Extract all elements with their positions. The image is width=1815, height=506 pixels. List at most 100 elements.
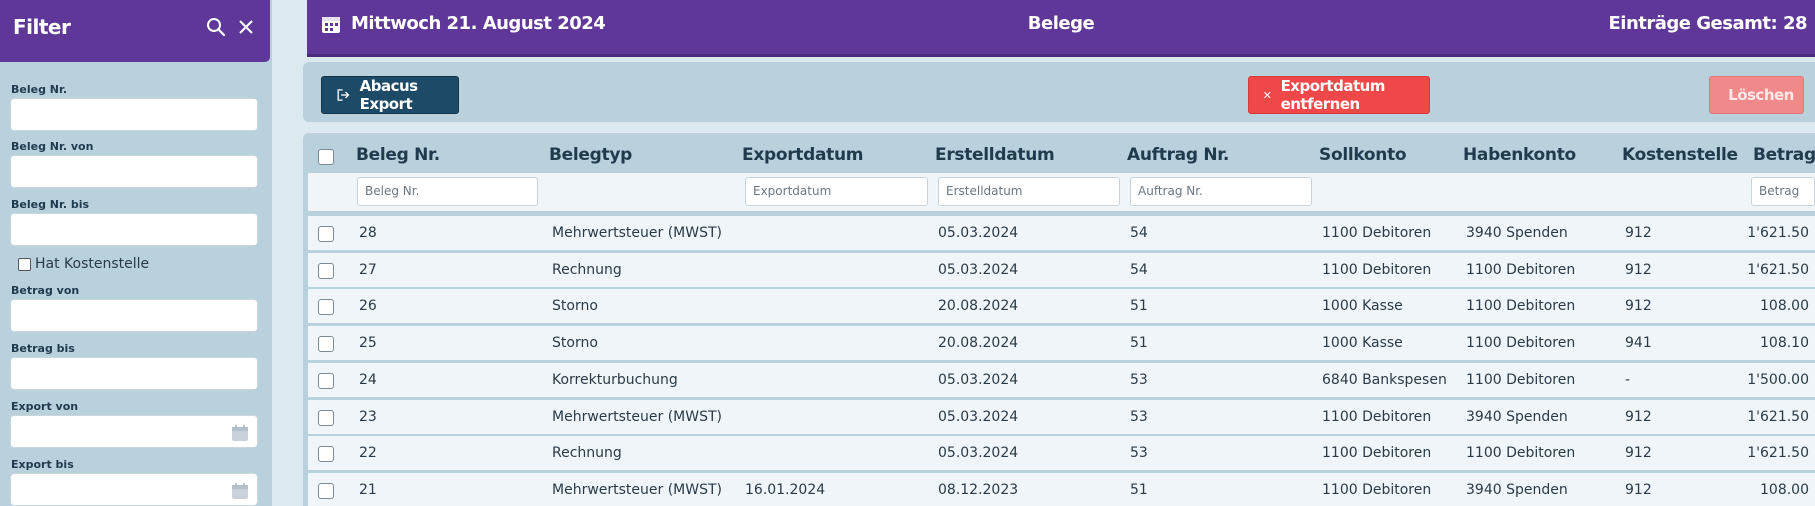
cell-belegtyp: Mehrwertsteuer (MWST)	[552, 408, 723, 425]
cell-sollkonto: 1100 Debitoren	[1322, 261, 1432, 278]
betrag-von-input[interactable]	[10, 299, 258, 332]
filter-header: Filter	[0, 0, 270, 62]
cell-auftrag-nr: 51	[1130, 335, 1148, 352]
cell-kostenstelle: -	[1625, 371, 1631, 388]
beleg-nr-von-input[interactable]	[10, 155, 258, 188]
row-checkbox[interactable]	[318, 482, 334, 499]
cell-betrag: 1'621.50	[1747, 408, 1809, 425]
cell-beleg-nr: 28	[359, 225, 377, 241]
cell-betrag: 108.00	[1760, 481, 1809, 498]
beleg-nr-bis-label: Beleg Nr. bis	[11, 198, 90, 211]
delete-button[interactable]: Löschen	[1709, 76, 1804, 114]
row-checkbox[interactable]	[318, 336, 334, 353]
abacus-export-label: Abacus Export	[359, 77, 418, 113]
column-header-kostenstelle[interactable]: Kostenstelle	[1622, 145, 1738, 165]
cell-auftrag-nr: 54	[1130, 225, 1148, 241]
export-bis-input[interactable]	[10, 473, 258, 506]
betrag-bis-label: Betrag bis	[11, 342, 75, 355]
cell-erstelldatum: 08.12.2023	[938, 481, 1019, 498]
select-all-checkbox[interactable]	[318, 149, 334, 165]
column-header-erstelldatum[interactable]: Erstelldatum	[935, 145, 1055, 165]
cell-sollkonto: 6840 Bankspesen	[1322, 371, 1447, 388]
cell-auftrag-nr: 51	[1130, 481, 1148, 498]
table-row[interactable]: 27 Rechnung 05.03.2024 54 1100 Debitoren 1100…	[308, 252, 1815, 287]
cell-kostenstelle: 912	[1625, 298, 1652, 315]
cell-habenkonto: 1100 Debitoren	[1466, 335, 1576, 352]
calendar-icon[interactable]	[230, 481, 250, 501]
table-row[interactable]: 23 Mehrwertsteuer (MWST) 05.03.2024 53 1100 …	[308, 399, 1815, 434]
beleg-nr-von-label: Beleg Nr. von	[11, 140, 94, 153]
cell-betrag: 1'621.50	[1747, 445, 1809, 462]
row-checkbox[interactable]	[318, 299, 334, 316]
beleg-nr-label: Beleg Nr.	[11, 83, 68, 96]
remove-export-date-button[interactable]: Exportdatum entfernen	[1248, 76, 1430, 114]
auftrag-nr-filter-input[interactable]: Auftrag Nr.	[1130, 177, 1312, 206]
remove-export-date-label: Exportdatum entfernen	[1280, 77, 1386, 113]
cell-habenkonto: 3940 Spenden	[1466, 225, 1568, 241]
column-filter-row: Beleg Nr. Exportdatum Erstelldatum Auftr…	[308, 173, 1815, 211]
table-row[interactable]: 28 Mehrwertsteuer (MWST) 05.03.2024 54 1100 …	[308, 216, 1815, 250]
row-checkbox[interactable]	[318, 226, 334, 242]
cell-kostenstelle: 912	[1625, 481, 1652, 498]
search-icon[interactable]	[205, 16, 227, 38]
export-von-input[interactable]	[10, 415, 258, 448]
column-header-betrag[interactable]: Betrag	[1753, 145, 1815, 165]
toolbar: Abacus Export Exportdatum entfernen Lösc…	[303, 62, 1815, 122]
table-row[interactable]: 25 Storno 20.08.2024 51 1000 Kasse 1100 Debit…	[308, 326, 1815, 361]
beleg-nr-filter-input[interactable]: Beleg Nr.	[357, 177, 538, 206]
cell-kostenstelle: 912	[1625, 225, 1652, 241]
cell-erstelldatum: 05.03.2024	[938, 225, 1019, 241]
close-icon[interactable]	[235, 16, 257, 38]
export-bis-label: Export bis	[11, 458, 74, 471]
exportdatum-filter-input[interactable]: Exportdatum	[745, 177, 928, 206]
table-row[interactable]: 24 Korrekturbuchung 05.03.2024 53 6840 Banks…	[308, 362, 1815, 397]
cell-kostenstelle: 941	[1625, 335, 1652, 352]
column-header-habenkonto[interactable]: Habenkonto	[1463, 145, 1576, 165]
abacus-export-button[interactable]: Abacus Export	[321, 76, 459, 114]
cell-sollkonto: 1100 Debitoren	[1322, 408, 1432, 425]
row-checkbox[interactable]	[318, 409, 334, 426]
column-header-sollkonto[interactable]: Sollkonto	[1319, 145, 1407, 165]
table-row[interactable]: 22 Rechnung 05.03.2024 53 1100 Debitoren 1100…	[308, 436, 1815, 471]
column-header-belegtyp[interactable]: Belegtyp	[549, 145, 632, 165]
column-header-exportdatum[interactable]: Exportdatum	[742, 145, 864, 165]
hat-kostenstelle-row[interactable]: Hat Kostenstelle	[18, 256, 149, 272]
cell-auftrag-nr: 53	[1130, 408, 1148, 425]
column-header-beleg-nr[interactable]: Beleg Nr.	[356, 145, 440, 165]
cell-habenkonto: 3940 Spenden	[1466, 408, 1568, 425]
table-row[interactable]: 26 Storno 20.08.2024 51 1000 Kasse 1100 Debit…	[308, 289, 1815, 324]
betrag-bis-input[interactable]	[10, 357, 258, 390]
cell-habenkonto: 1100 Debitoren	[1466, 261, 1576, 278]
table-row[interactable]: 21 Mehrwertsteuer (MWST) 16.01.2024 08.12.2…	[308, 472, 1815, 506]
beleg-nr-input[interactable]	[10, 98, 258, 131]
export-von-label: Export von	[11, 400, 79, 413]
cell-betrag: 1'621.50	[1747, 261, 1809, 278]
erstelldatum-filter-input[interactable]: Erstelldatum	[938, 177, 1120, 206]
cell-beleg-nr: 22	[359, 445, 377, 462]
row-checkbox[interactable]	[318, 372, 334, 389]
cell-kostenstelle: 912	[1625, 408, 1652, 425]
cell-belegtyp: Mehrwertsteuer (MWST)	[552, 481, 723, 498]
cell-auftrag-nr: 53	[1130, 371, 1148, 388]
calendar-icon[interactable]	[230, 423, 250, 443]
column-header-auftrag-nr[interactable]: Auftrag Nr.	[1127, 145, 1229, 165]
cell-erstelldatum: 05.03.2024	[938, 371, 1019, 388]
cell-belegtyp: Rechnung	[552, 261, 622, 278]
cell-kostenstelle: 912	[1625, 261, 1652, 278]
filter-sidebar: Filter Beleg Nr. Beleg Nr. von Beleg Nr.…	[0, 0, 272, 506]
page-title: Belege	[1027, 13, 1095, 34]
cell-kostenstelle: 912	[1625, 445, 1652, 462]
cell-habenkonto: 1100 Debitoren	[1466, 371, 1576, 388]
cell-sollkonto: 1100 Debitoren	[1322, 225, 1432, 241]
total-count: Einträge Gesamt: 28	[1608, 13, 1808, 34]
row-checkbox[interactable]	[318, 446, 334, 463]
betrag-filter-input[interactable]: Betrag	[1751, 177, 1815, 206]
hat-kostenstelle-checkbox[interactable]	[18, 257, 31, 271]
beleg-nr-bis-input[interactable]	[10, 213, 258, 246]
cell-sollkonto: 1100 Debitoren	[1322, 445, 1432, 462]
cell-auftrag-nr: 53	[1130, 445, 1148, 462]
cell-belegtyp: Storno	[552, 335, 598, 352]
row-checkbox[interactable]	[318, 262, 334, 279]
hat-kostenstelle-label: Hat Kostenstelle	[35, 256, 150, 272]
cell-sollkonto: 1000 Kasse	[1322, 298, 1403, 315]
